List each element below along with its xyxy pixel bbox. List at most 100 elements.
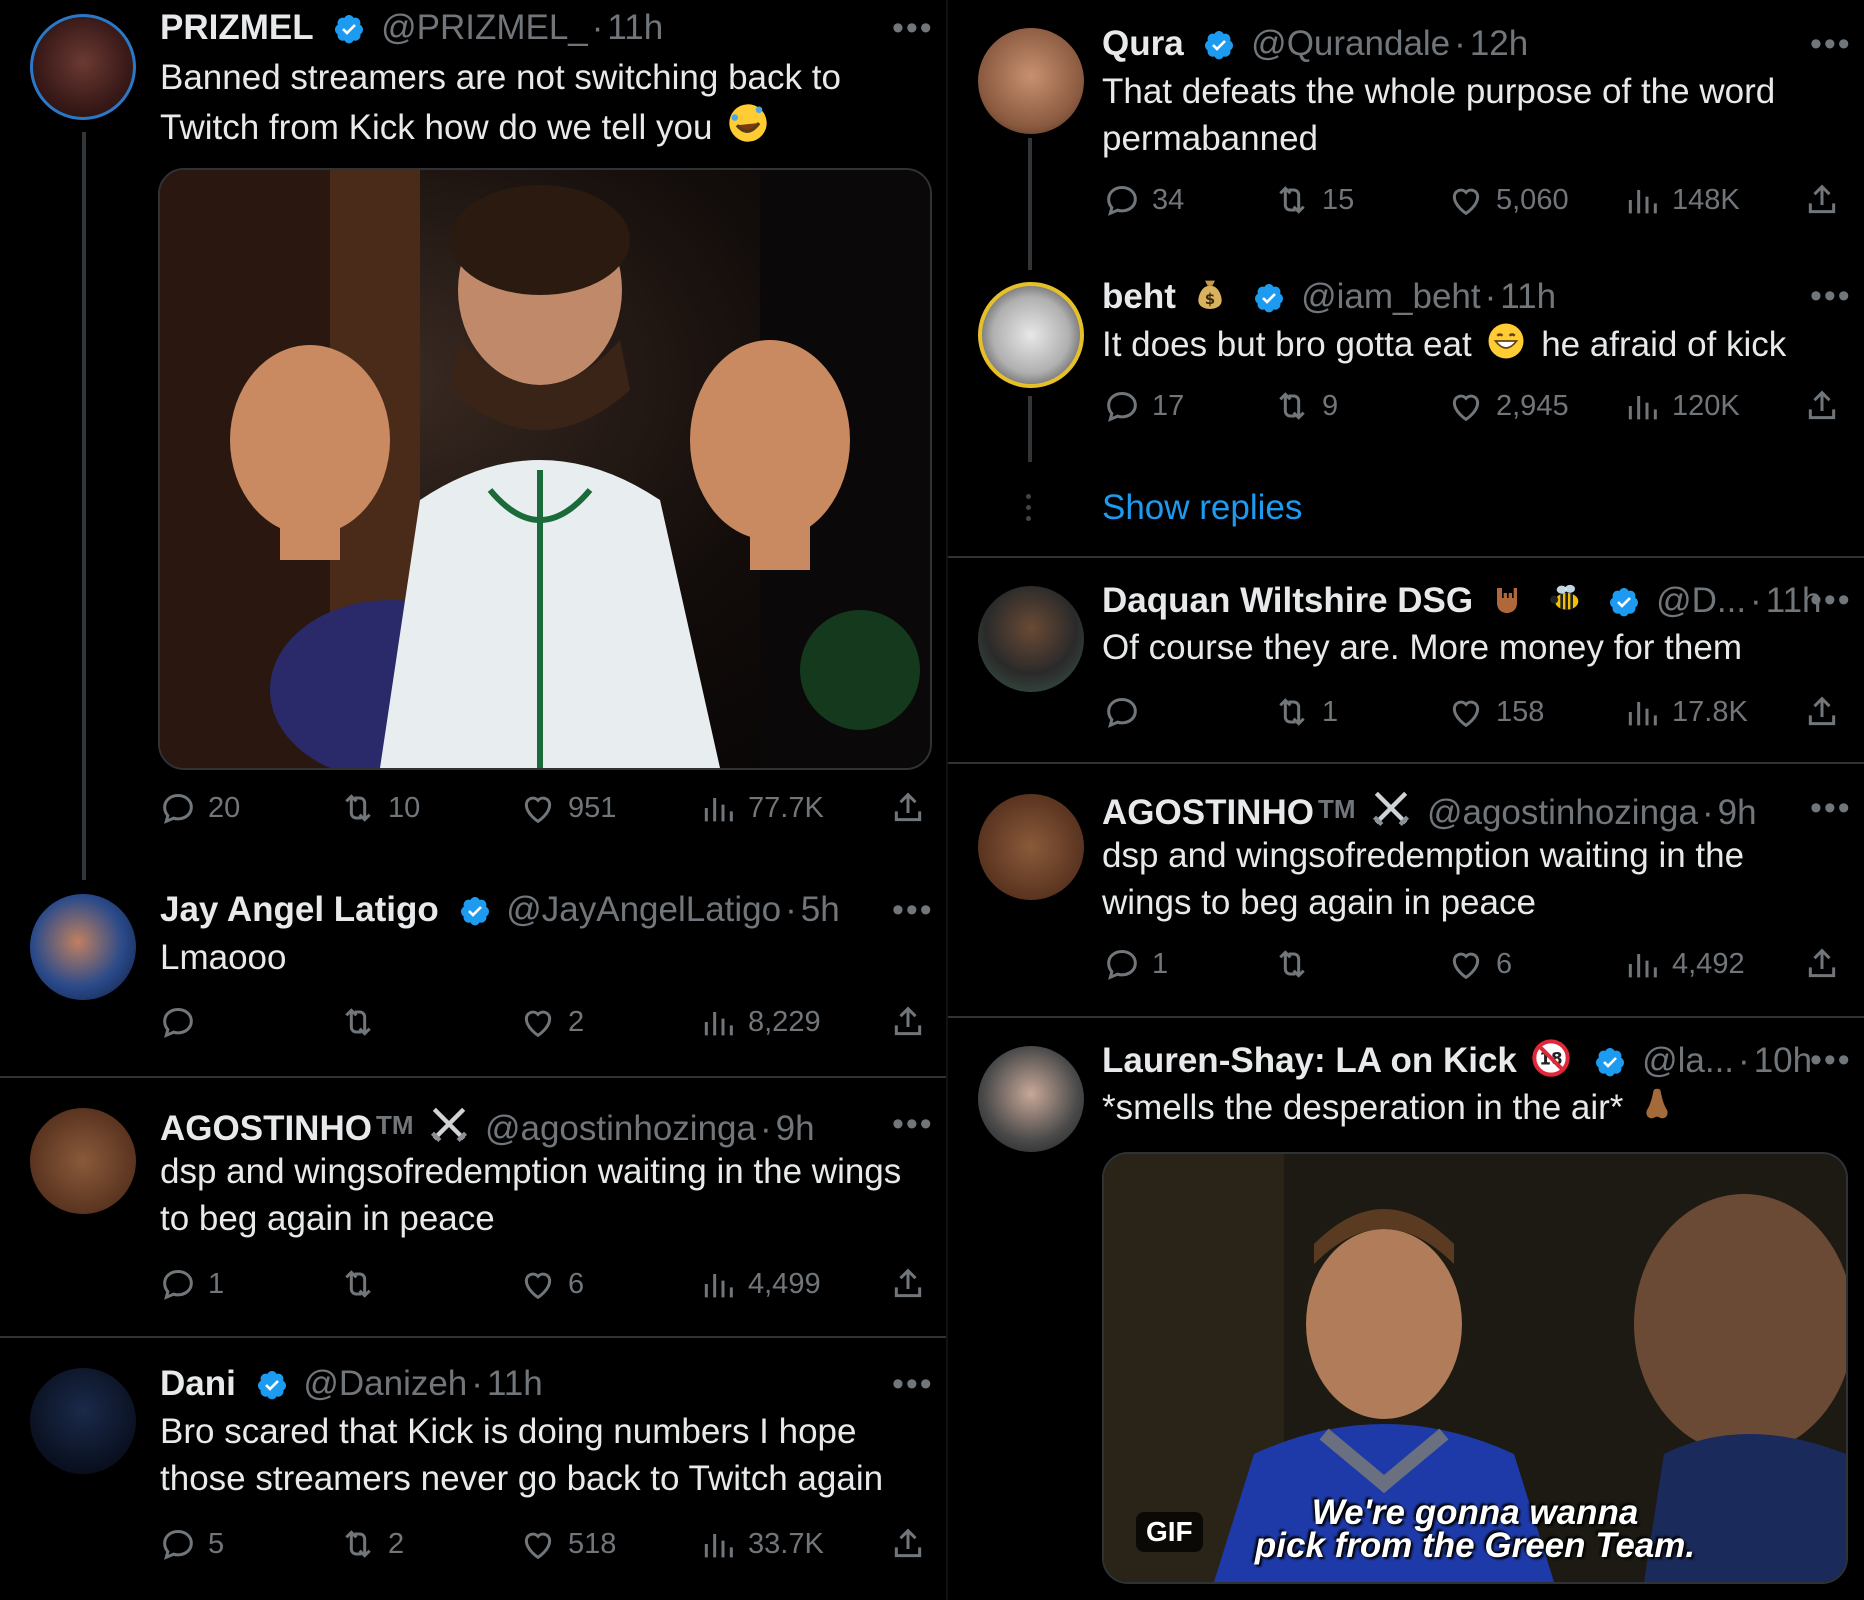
views-button[interactable]: 17.8K xyxy=(1622,690,1748,734)
tweet-text: Lmaooo xyxy=(160,938,287,977)
more-icon[interactable]: ••• xyxy=(1810,791,1852,825)
repost-button[interactable]: 10 xyxy=(338,786,420,830)
views-icon xyxy=(1628,954,1657,978)
tweet-gif[interactable]: We're gonna wanna pick from the Green Te… xyxy=(1102,1152,1848,1584)
like-button[interactable]: 951 xyxy=(518,786,616,830)
share-button[interactable] xyxy=(1802,178,1852,222)
repost-button[interactable] xyxy=(338,1000,388,1044)
views-button[interactable]: 77.7K xyxy=(698,786,824,830)
repost-button[interactable] xyxy=(338,1262,388,1306)
more-icon[interactable]: ••• xyxy=(892,11,934,45)
nose-emoji-icon xyxy=(1646,1088,1668,1119)
more-icon[interactable]: ••• xyxy=(1810,279,1852,313)
like-button[interactable]: 5,060 xyxy=(1446,178,1569,222)
views-button[interactable]: 33.7K xyxy=(698,1522,824,1566)
display-name[interactable]: AGOSTINHO xyxy=(160,1109,372,1148)
like-button[interactable]: 6 xyxy=(518,1262,584,1306)
share-button[interactable] xyxy=(1802,690,1852,734)
divider xyxy=(0,1076,948,1078)
repost-icon xyxy=(1279,186,1305,214)
handle[interactable]: @la... xyxy=(1642,1041,1734,1080)
like-button[interactable]: 518 xyxy=(518,1522,616,1566)
timestamp[interactable]: 11h xyxy=(1500,277,1556,316)
share-button[interactable] xyxy=(888,1000,938,1044)
reply-button[interactable]: 34 xyxy=(1102,178,1184,222)
avatar[interactable] xyxy=(978,586,1084,692)
repost-button[interactable]: 1 xyxy=(1272,690,1338,734)
repost-button[interactable]: 2 xyxy=(338,1522,404,1566)
timestamp[interactable]: 9h xyxy=(1718,793,1757,832)
handle[interactable]: @Qurandale xyxy=(1251,24,1450,63)
display-name[interactable]: Jay Angel Latigo xyxy=(160,890,439,929)
repost-button[interactable] xyxy=(1272,942,1322,986)
views-button[interactable]: 4,492 xyxy=(1622,942,1745,986)
more-icon[interactable]: ••• xyxy=(1810,1043,1852,1077)
share-button[interactable] xyxy=(888,1262,938,1306)
display-name[interactable]: Qura xyxy=(1102,24,1184,63)
more-icon[interactable]: ••• xyxy=(1810,27,1852,61)
more-icon[interactable]: ••• xyxy=(892,1107,934,1141)
like-button[interactable]: 6 xyxy=(1446,942,1512,986)
reply-button[interactable]: 5 xyxy=(158,1522,224,1566)
like-button[interactable]: 2,945 xyxy=(1446,384,1569,428)
avatar[interactable] xyxy=(30,1108,136,1214)
repost-button[interactable]: 9 xyxy=(1272,384,1338,428)
timestamp[interactable]: 11h xyxy=(487,1364,543,1403)
tweet-actions: 1 6 4,492 xyxy=(1102,942,1852,986)
timestamp[interactable]: 10h xyxy=(1754,1041,1812,1080)
reply-button[interactable] xyxy=(158,1000,208,1044)
handle[interactable]: @agostinhozinga xyxy=(1427,793,1698,832)
avatar[interactable] xyxy=(30,14,136,120)
like-button[interactable]: 158 xyxy=(1446,690,1544,734)
timestamp[interactable]: 12h xyxy=(1470,24,1528,63)
share-button[interactable] xyxy=(888,1522,938,1566)
display-name[interactable]: Lauren-Shay: LA on Kick xyxy=(1102,1041,1517,1080)
display-name[interactable]: AGOSTINHO xyxy=(1102,793,1314,832)
repost-button[interactable]: 15 xyxy=(1272,178,1354,222)
grinning-emoji-icon xyxy=(1488,323,1524,359)
handle[interactable]: @JayAngelLatigo xyxy=(506,890,781,929)
views-button[interactable]: 148K xyxy=(1622,178,1740,222)
share-icon xyxy=(894,1528,922,1558)
reply-icon xyxy=(1107,697,1137,728)
display-name[interactable]: Daquan Wiltshire DSG xyxy=(1102,581,1473,620)
reply-button[interactable]: 1 xyxy=(1102,942,1168,986)
tweet-header: AGOSTINHO TM @agostinhozinga · 9h xyxy=(160,1102,815,1148)
avatar[interactable] xyxy=(978,28,1084,134)
avatar[interactable] xyxy=(978,282,1084,388)
timestamp[interactable]: 9h xyxy=(776,1109,815,1148)
display-name[interactable]: beht xyxy=(1102,277,1176,316)
tweet-actions: 17 9 2,945 120K xyxy=(1102,384,1852,428)
show-replies-link[interactable]: Show replies xyxy=(1102,488,1302,528)
like-button[interactable]: 2 xyxy=(518,1000,584,1044)
reply-button[interactable]: 17 xyxy=(1102,384,1184,428)
tweet-image[interactable] xyxy=(158,168,932,770)
share-button[interactable] xyxy=(1802,942,1852,986)
avatar[interactable] xyxy=(978,1046,1084,1152)
avatar[interactable] xyxy=(30,1368,136,1474)
reply-button[interactable] xyxy=(1102,690,1152,734)
reply-button[interactable]: 20 xyxy=(158,786,240,830)
display-name[interactable]: Dani xyxy=(160,1364,236,1403)
handle[interactable]: @iam_beht xyxy=(1301,277,1481,316)
rock-hand-icon xyxy=(1496,588,1517,613)
reply-button[interactable]: 1 xyxy=(158,1262,224,1306)
display-name[interactable]: PRIZMEL xyxy=(160,8,314,47)
share-button[interactable] xyxy=(888,786,938,830)
timestamp[interactable]: 11h xyxy=(607,8,663,47)
more-icon[interactable]: ••• xyxy=(1810,583,1852,617)
timestamp[interactable]: 5h xyxy=(801,890,840,929)
handle[interactable]: @agostinhozinga xyxy=(485,1109,756,1148)
more-icon[interactable]: ••• xyxy=(892,1367,934,1401)
avatar[interactable] xyxy=(978,794,1084,900)
handle[interactable]: @D... xyxy=(1656,581,1746,620)
share-button[interactable] xyxy=(1802,384,1852,428)
views-button[interactable]: 4,499 xyxy=(698,1262,821,1306)
views-button[interactable]: 8,229 xyxy=(698,1000,821,1044)
handle[interactable]: @PRIZMEL_ xyxy=(381,8,588,47)
views-button[interactable]: 120K xyxy=(1622,384,1740,428)
avatar[interactable] xyxy=(30,894,136,1000)
divider xyxy=(948,762,1864,764)
more-icon[interactable]: ••• xyxy=(892,893,934,927)
handle[interactable]: @Danizeh xyxy=(303,1364,467,1403)
